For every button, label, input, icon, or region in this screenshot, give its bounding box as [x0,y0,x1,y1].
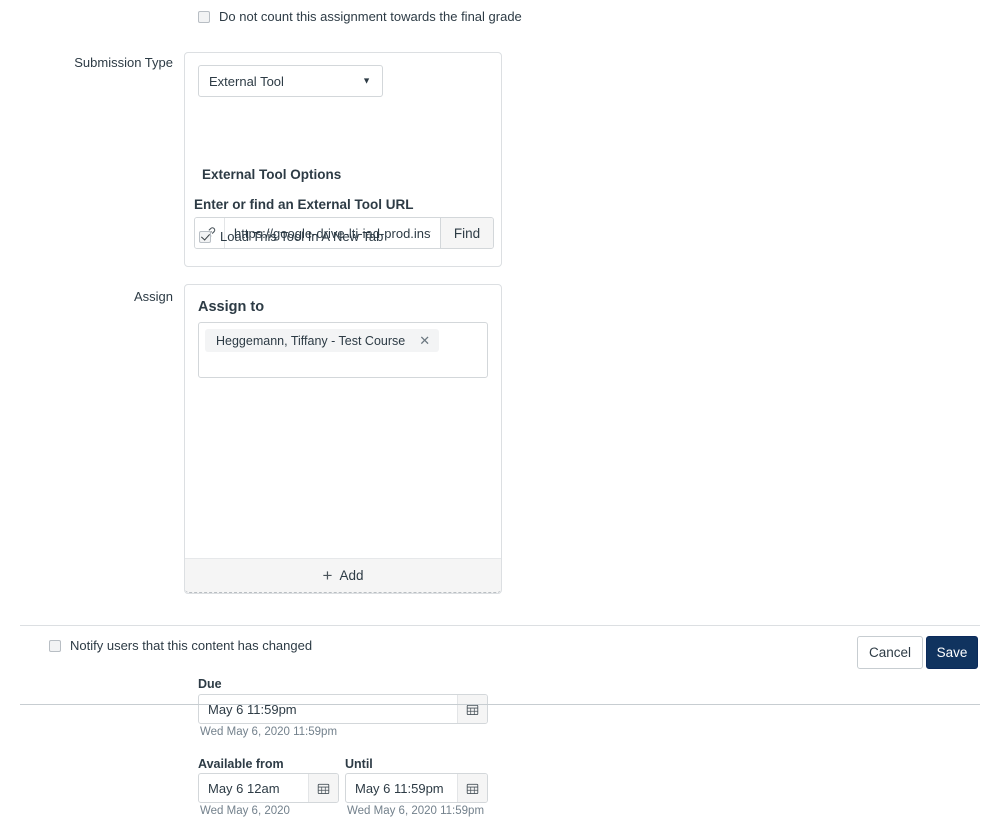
notify-users-row[interactable]: Notify users that this content has chang… [49,638,312,654]
due-label: Due [198,677,222,691]
cancel-button[interactable]: Cancel [857,636,923,669]
notify-users-label: Notify users that this content has chang… [70,638,312,654]
until-input[interactable] [346,774,457,802]
until-hint: Wed May 6, 2020 11:59pm [347,805,484,817]
calendar-icon[interactable] [457,774,487,802]
find-button[interactable]: Find [440,218,493,248]
plus-icon: + [323,567,333,584]
due-date-input[interactable] [199,695,457,723]
assign-panel: Assign to Heggemann, Tiffany - Test Cour… [184,284,502,594]
calendar-icon[interactable] [457,695,487,723]
footer-divider [20,625,980,626]
due-date-group [198,694,488,724]
do-not-count-label: Do not count this assignment towards the… [219,9,522,25]
submission-type-select[interactable]: External Tool ▼ [198,65,383,97]
add-assignment-override-button[interactable]: + Add [185,558,501,593]
load-in-new-tab-label: Load This Tool In A New Tab [220,229,383,245]
chevron-down-icon: ▼ [362,77,371,86]
submission-type-select-value: External Tool [209,74,284,89]
available-from-input[interactable] [199,774,308,802]
assign-to-heading: Assign to [198,299,264,315]
do-not-count-row[interactable]: Do not count this assignment towards the… [198,9,522,25]
bottom-divider [20,704,980,705]
assignee-token[interactable]: Heggemann, Tiffany - Test Course ✕ [205,329,439,352]
until-group [345,773,488,803]
assign-to-token-input[interactable]: Heggemann, Tiffany - Test Course ✕ [198,322,488,378]
load-in-new-tab-row[interactable]: Load This Tool In A New Tab [199,229,383,245]
external-tool-options-heading: External Tool Options [202,167,341,182]
submission-type-row-label: Submission Type [0,55,173,71]
until-label: Until [345,757,373,771]
calendar-icon[interactable] [308,774,338,802]
add-button-label: Add [339,568,363,583]
save-button[interactable]: Save [926,636,978,669]
assign-row-label: Assign [0,289,173,305]
load-in-new-tab-checkbox[interactable] [199,231,211,243]
assignee-token-label: Heggemann, Tiffany - Test Course [216,334,405,348]
due-date-hint: Wed May 6, 2020 11:59pm [200,726,337,738]
available-from-group [198,773,339,803]
available-from-hint: Wed May 6, 2020 [200,805,290,817]
external-tool-url-heading: Enter or find an External Tool URL [194,197,414,212]
available-from-label: Available from [198,757,284,771]
notify-users-checkbox[interactable] [49,640,61,652]
do-not-count-checkbox[interactable] [198,11,210,23]
close-icon[interactable]: ✕ [419,334,430,347]
